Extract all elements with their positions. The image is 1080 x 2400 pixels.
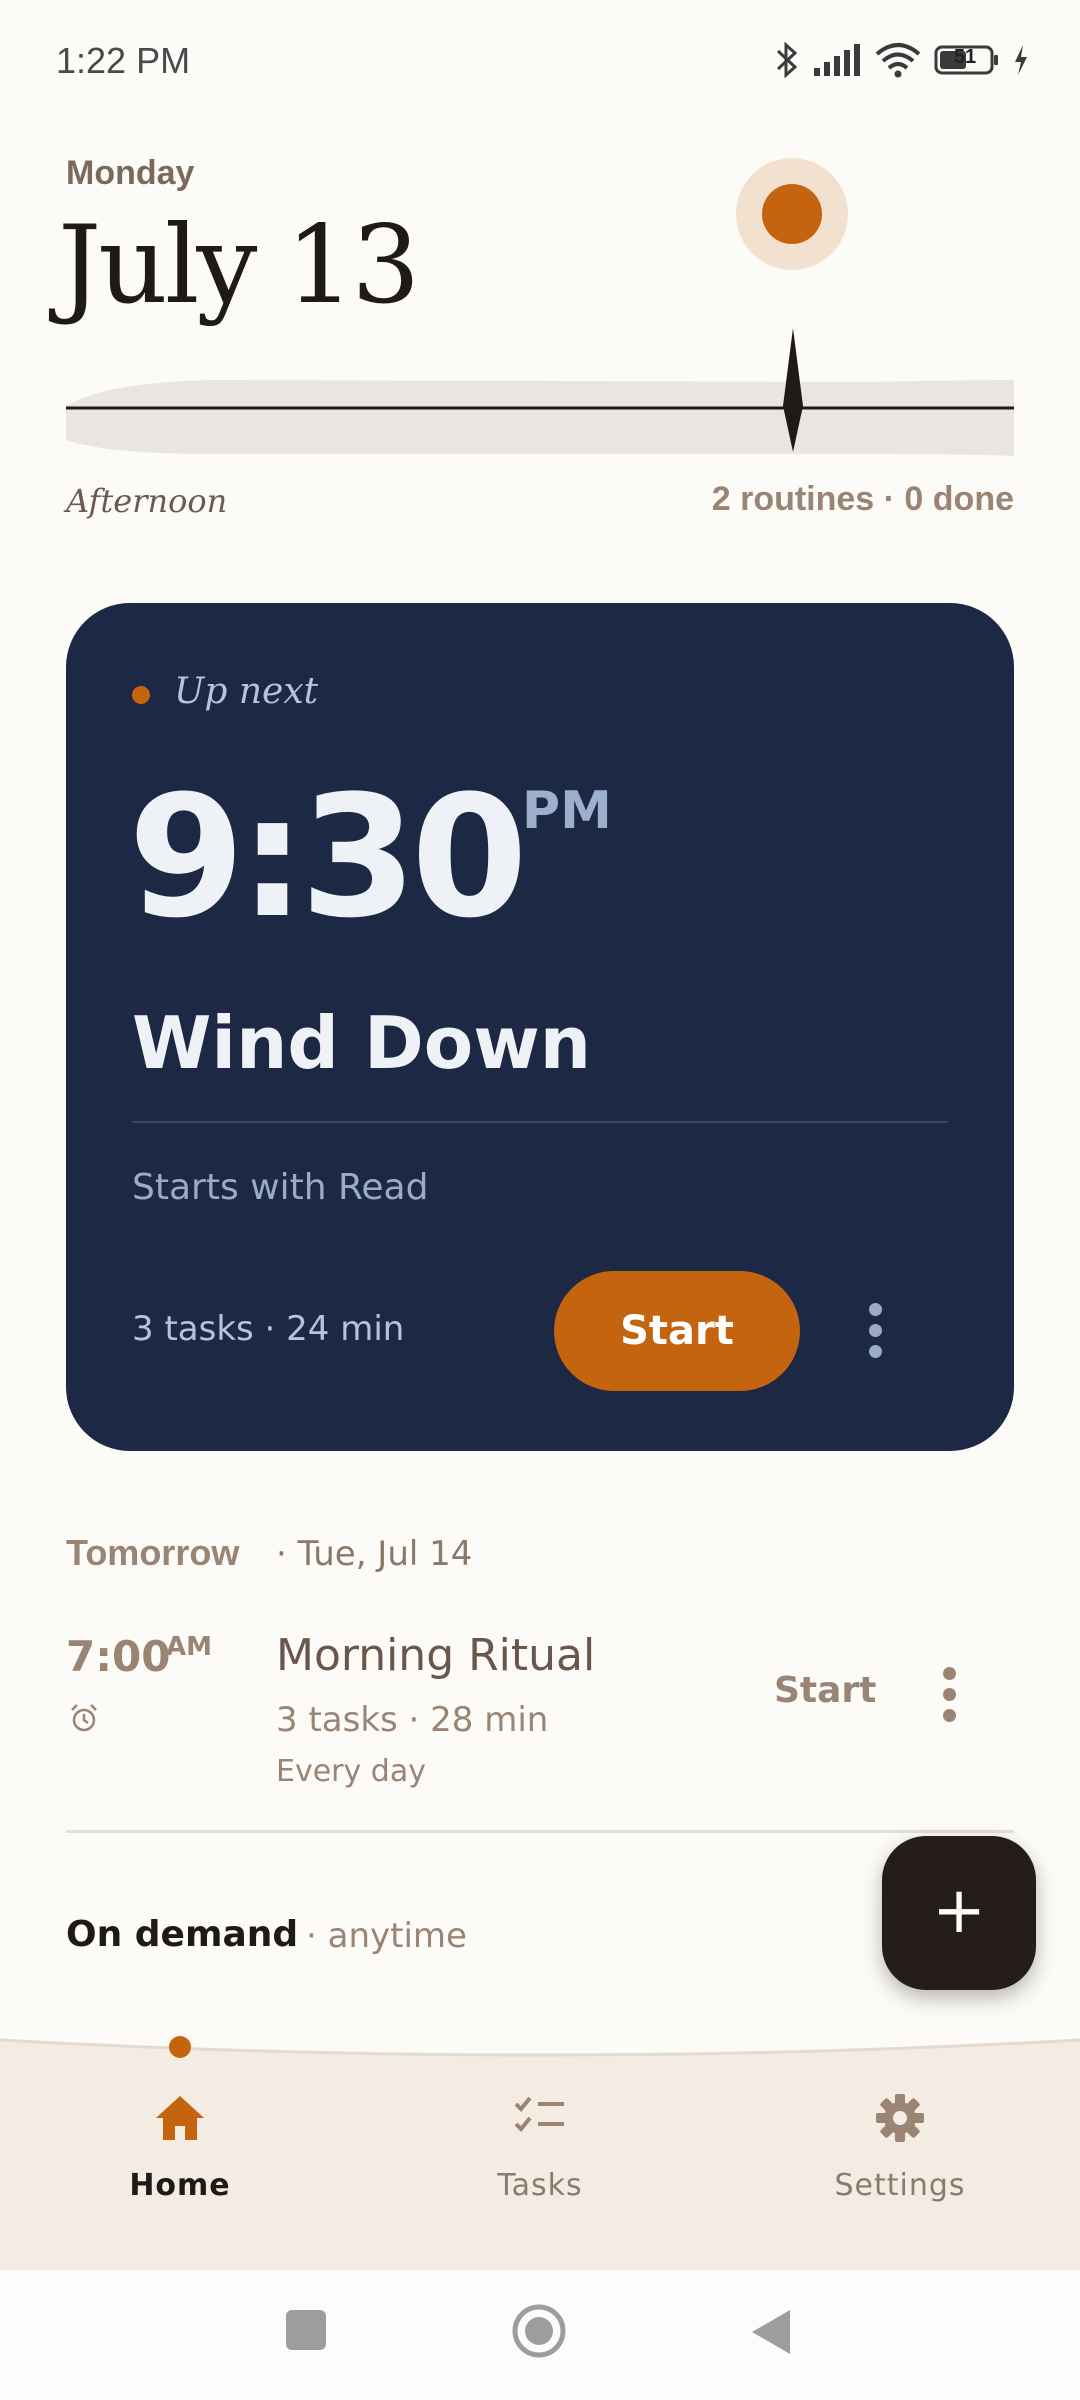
next-routine-title: Wind Down: [132, 1001, 591, 1085]
charging-icon: [1015, 45, 1027, 75]
nav-label-home: Home: [129, 2168, 231, 2203]
section-divider: [66, 1830, 1014, 1833]
day-timeline: [66, 328, 1014, 456]
status-icons: 51: [774, 36, 1030, 84]
routine-summary: 2 routines · 0 done: [711, 480, 1014, 518]
date-title: July 13: [58, 203, 420, 328]
tomorrow-date: · Tue, Jul 14: [276, 1534, 473, 1574]
routine-ampm: AM: [166, 1632, 212, 1662]
on-demand-label: On demand: [66, 1914, 299, 1955]
status-bar: 1:22 PM 51: [0, 0, 1080, 120]
routine-start-button[interactable]: Start: [774, 1670, 876, 1711]
gear-icon: [876, 2094, 924, 2142]
routine-name: Morning Ritual: [276, 1630, 596, 1681]
period-label: Afternoon: [66, 482, 228, 520]
up-next-dot: [132, 686, 150, 704]
home-nav-icon[interactable]: [510, 2302, 568, 2360]
back-icon[interactable]: [750, 2308, 792, 2356]
nav-label-tasks: Tasks: [497, 2168, 583, 2203]
recents-icon[interactable]: [286, 2308, 326, 2352]
battery-icon: 51: [934, 44, 1000, 76]
nav-item-home[interactable]: Home: [50, 2080, 310, 2240]
tomorrow-label: Tomorrow: [66, 1532, 240, 1573]
starts-with-text: Starts with Read: [132, 1167, 429, 1208]
home-icon: [156, 2096, 204, 2140]
alarm-icon: [71, 1704, 97, 1732]
system-nav-bar: [0, 2270, 1080, 2400]
on-demand-sub: · anytime: [306, 1916, 467, 1956]
bluetooth-icon: [776, 41, 798, 79]
up-next-label: Up next: [174, 671, 319, 712]
routine-more-icon[interactable]: [930, 1665, 970, 1725]
more-options-icon[interactable]: [856, 1301, 896, 1361]
card-divider: [132, 1121, 948, 1123]
battery-level: 51: [953, 46, 977, 68]
add-routine-button[interactable]: +: [882, 1836, 1036, 1990]
nav-active-indicator: [169, 2036, 191, 2058]
wifi-icon: [875, 43, 921, 78]
routine-meta: 3 tasks · 28 min: [276, 1700, 549, 1740]
nav-item-tasks[interactable]: Tasks: [410, 2080, 670, 2240]
routine-time: 7:00: [66, 1632, 171, 1681]
routine-recurrence: Every day: [276, 1754, 426, 1789]
tasks-icon: [514, 2096, 564, 2132]
status-time: 1:22 PM: [56, 40, 191, 81]
weekday-label: Monday: [66, 154, 195, 192]
start-button[interactable]: Start: [554, 1271, 800, 1391]
sun-core: [762, 184, 822, 244]
next-routine-ampm: PM: [522, 781, 612, 841]
next-routine-meta: 3 tasks · 24 min: [132, 1309, 405, 1349]
nav-label-settings: Settings: [834, 2168, 966, 2203]
next-routine-time: 9:30: [128, 759, 528, 955]
nav-item-settings[interactable]: Settings: [770, 2080, 1030, 2240]
home-screen: 1:22 PM 51 Monday July 13 Afternoon 2 ro…: [0, 0, 1080, 2400]
up-next-card[interactable]: Up next 9:30 PM Wind Down Starts with Re…: [66, 603, 1014, 1451]
signal-icon: [814, 44, 860, 76]
